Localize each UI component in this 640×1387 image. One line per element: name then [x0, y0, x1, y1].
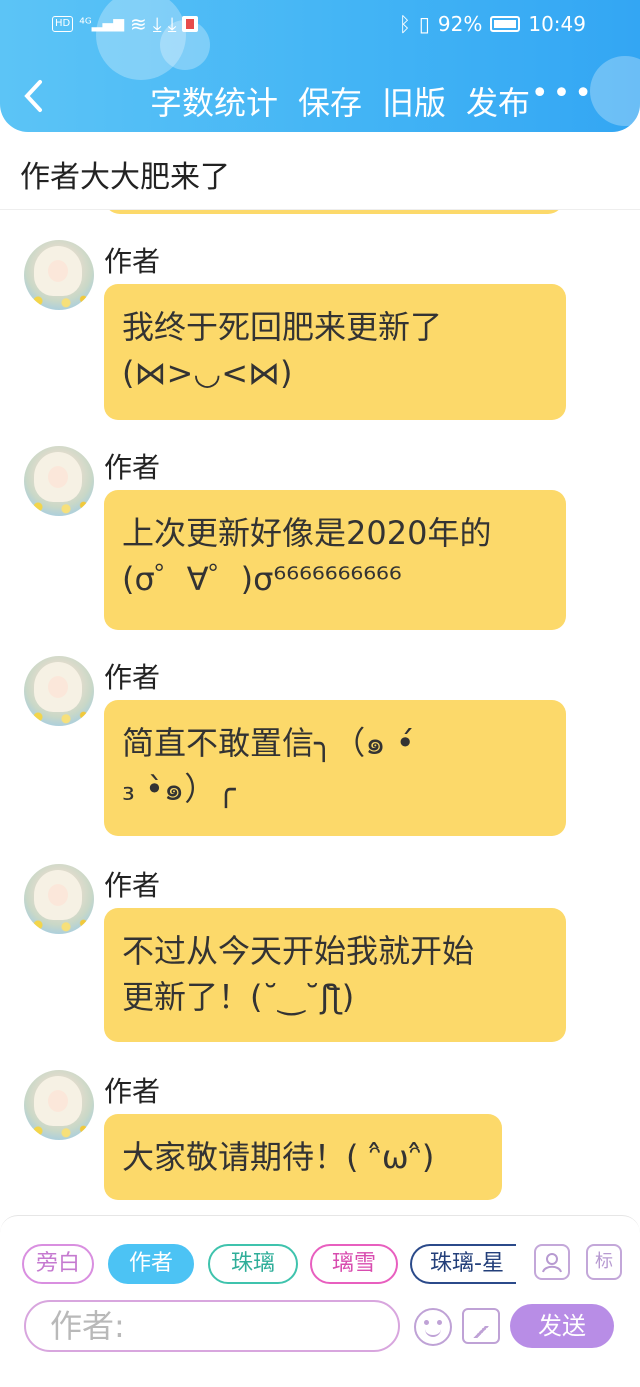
header-decoration — [590, 56, 640, 126]
clock: 10:49 — [528, 12, 586, 36]
previous-message-bubble[interactable] — [104, 210, 564, 214]
avatar[interactable] — [24, 446, 94, 516]
message-input[interactable]: 作者: — [24, 1300, 400, 1352]
chapter-title[interactable]: 作者大大肥来了 — [20, 152, 230, 196]
avatar[interactable] — [24, 864, 94, 934]
role-chip-selected[interactable]: 作者 — [108, 1244, 194, 1284]
vibrate-icon: ▯ — [418, 12, 430, 36]
hd-badge: HD — [52, 16, 74, 32]
avatar[interactable] — [24, 1070, 94, 1140]
message-bubble[interactable]: 大家敬请期待！( ᵔ̂ωᵔ̂) — [104, 1114, 502, 1200]
message-bubble[interactable]: 简直不敢置信╮（๑ •́ ₃ •̀๑）╭ — [104, 700, 566, 836]
message-text: 上次更新好像是2020年的 (σ゜∀゜)σ⁶⁶⁶⁶⁶⁶⁶⁶⁶⁶ — [122, 514, 492, 598]
signal-icon: ⁴ᴳ▂▄▆ — [79, 16, 124, 32]
battery-icon — [490, 16, 521, 32]
message-text: 简直不敢置信╮（๑ •́ ₃ •̀๑）╭ — [122, 724, 415, 808]
old-version-button[interactable]: 旧版 — [382, 78, 446, 124]
save-button[interactable]: 保存 — [298, 78, 362, 124]
app-header: HD ⁴ᴳ▂▄▆ ≋ ⤓ ⤓ ᛒ ▯ 92% 10:49 字数统计 保存 旧版 … — [0, 0, 640, 132]
battery-percent: 92% — [437, 12, 483, 36]
person-card-icon[interactable] — [534, 1244, 570, 1280]
message-bubble[interactable]: 上次更新好像是2020年的 (σ゜∀゜)σ⁶⁶⁶⁶⁶⁶⁶⁶⁶⁶ — [104, 490, 566, 630]
message-author: 作者 — [104, 245, 161, 278]
download-icon: ⤓ — [167, 12, 177, 36]
role-chip[interactable]: 珠璃-星 — [410, 1244, 516, 1284]
message-author: 作者 — [104, 451, 161, 484]
tag-icon[interactable]: 标 — [586, 1244, 622, 1280]
status-bar: HD ⁴ᴳ▂▄▆ ≋ ⤓ ⤓ ᛒ ▯ 92% 10:49 — [0, 8, 640, 42]
chapter-title-bar: 作者大大肥来了 — [0, 132, 640, 210]
message-text: 我终于死回肥来更新了 (⋈>◡<⋈) — [122, 308, 443, 392]
header-actions: 字数统计 保存 旧版 发布 — [150, 78, 530, 124]
book-app-icon — [182, 16, 199, 32]
chevron-left-icon — [24, 80, 42, 112]
message-author: 作者 — [104, 661, 161, 694]
more-menu-button[interactable]: ••• — [531, 76, 596, 111]
message-bubble[interactable]: 不过从今天开始我就开始 更新了！(˘‿˘ʃƪ) — [104, 908, 566, 1042]
emoji-icon[interactable] — [414, 1308, 452, 1346]
message-author: 作者 — [104, 869, 161, 902]
avatar[interactable] — [24, 240, 94, 310]
role-chip[interactable]: 璃雪 — [310, 1244, 398, 1284]
wifi-icon: ≋ — [129, 12, 147, 36]
bluetooth-icon: ᛒ — [398, 12, 411, 36]
role-chip[interactable]: 珠璃 — [208, 1244, 298, 1284]
publish-button[interactable]: 发布 — [466, 78, 530, 124]
back-button[interactable] — [22, 78, 48, 116]
download-icon: ⤓ — [152, 12, 162, 36]
send-button[interactable]: 发送 — [510, 1304, 614, 1348]
chat-area[interactable]: 作者 我终于死回肥来更新了 (⋈>◡<⋈) 作者 上次更新好像是2020年的 (… — [0, 210, 640, 1215]
message-bubble[interactable]: 我终于死回肥来更新了 (⋈>◡<⋈) — [104, 284, 566, 420]
message-text: 大家敬请期待！( ᵔ̂ωᵔ̂) — [122, 1138, 435, 1176]
composer: 旁白 作者 珠璃 璃雪 珠璃-星 标 作者: 发送 — [0, 1215, 640, 1387]
role-chip[interactable]: 旁白 — [22, 1244, 94, 1284]
message-author: 作者 — [104, 1075, 161, 1108]
avatar[interactable] — [24, 656, 94, 726]
word-count-button[interactable]: 字数统计 — [150, 78, 278, 124]
message-text: 不过从今天开始我就开始 更新了！(˘‿˘ʃƪ) — [122, 932, 475, 1016]
image-icon[interactable] — [462, 1308, 500, 1344]
